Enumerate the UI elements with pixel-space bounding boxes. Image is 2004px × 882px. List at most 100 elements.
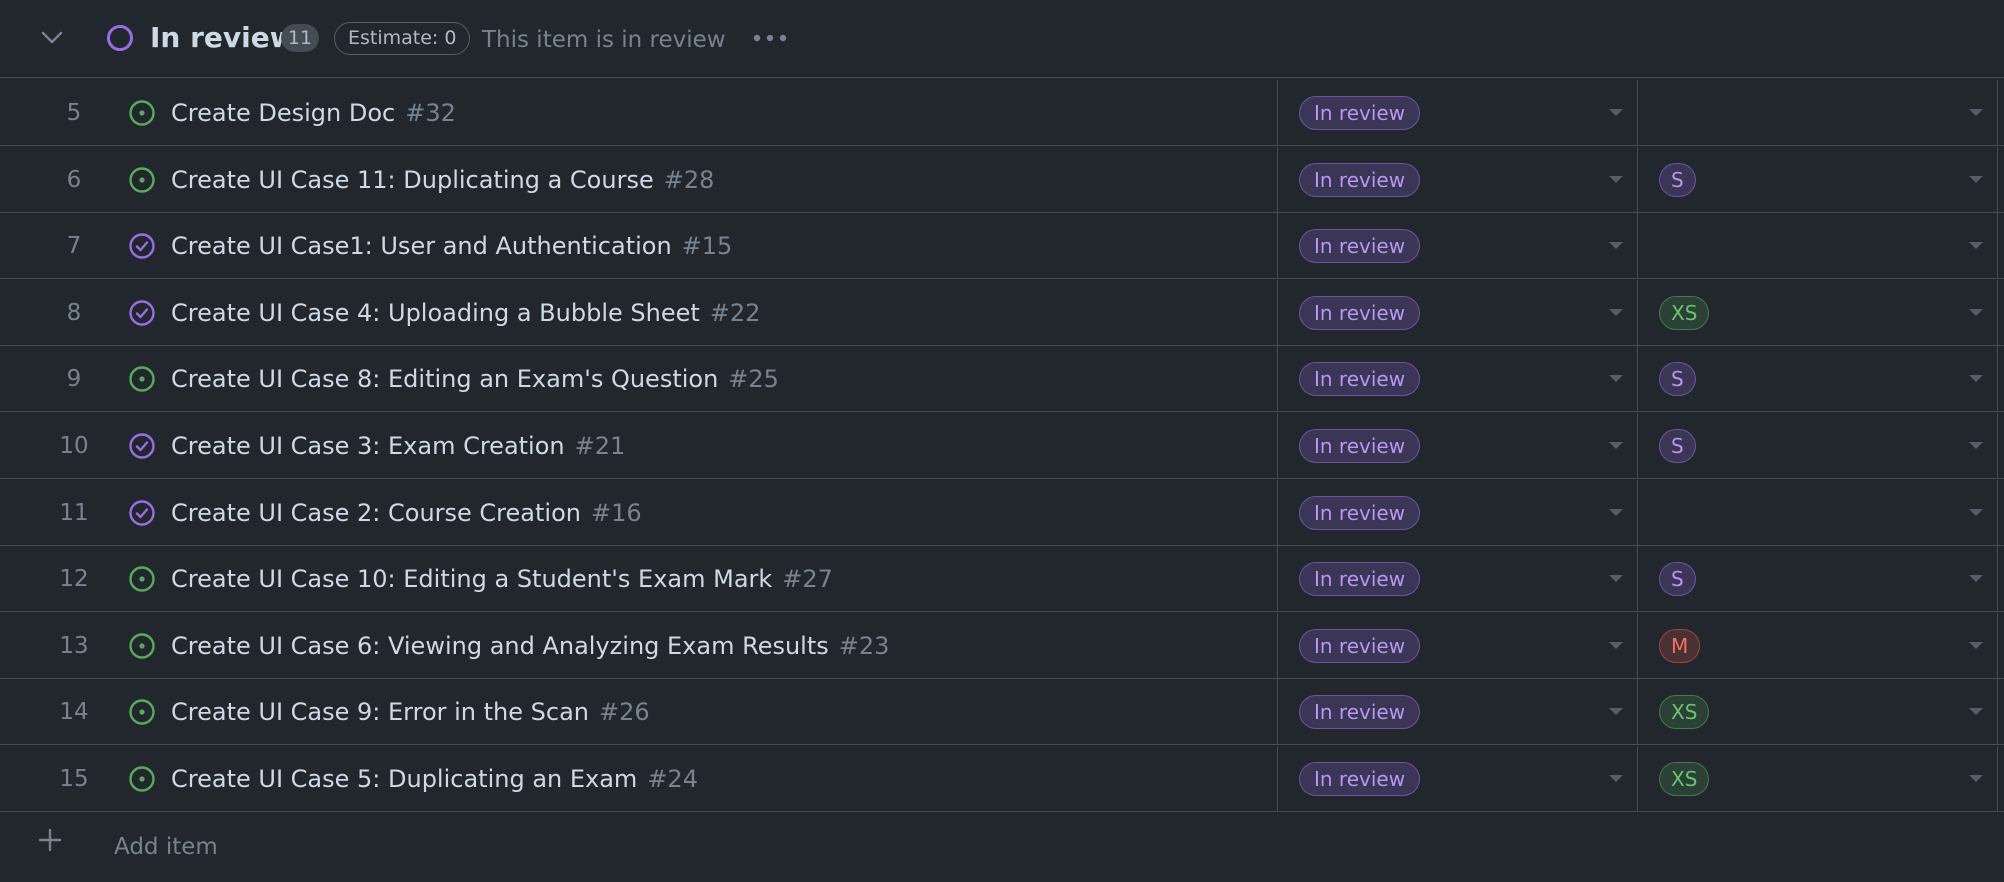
issue-number[interactable]: #25 <box>728 365 779 393</box>
issue-number[interactable]: #26 <box>599 698 650 726</box>
status-pill[interactable]: In review <box>1299 429 1421 463</box>
size-dropdown-icon[interactable] <box>1969 109 1983 116</box>
item-title-link[interactable]: Create UI Case 2: Course Creation <box>171 499 581 527</box>
status-dropdown-icon[interactable] <box>1609 509 1623 516</box>
status-pill[interactable]: In review <box>1299 362 1421 396</box>
issue-number[interactable]: #24 <box>647 765 698 793</box>
group-more-options-button[interactable] <box>748 20 792 56</box>
table-row[interactable]: 13 Create UI Case 6: Viewing and Analyzin… <box>0 613 2004 679</box>
issue-number[interactable]: #22 <box>710 299 761 327</box>
row-number: 8 <box>66 300 82 326</box>
size-dropdown-icon[interactable] <box>1969 642 1983 649</box>
size-dropdown-icon[interactable] <box>1969 509 1983 516</box>
column-divider <box>1637 480 1638 546</box>
status-dropdown-icon[interactable] <box>1609 708 1623 715</box>
column-divider <box>1277 480 1278 546</box>
item-title-link[interactable]: Create UI Case 6: Viewing and Analyzing … <box>171 632 829 660</box>
add-item-label[interactable]: Add item <box>114 812 218 882</box>
table-row[interactable]: 15 Create UI Case 5: Duplicating an Exam #… <box>0 746 2004 812</box>
item-title-link[interactable]: Create UI Case 8: Editing an Exam's Ques… <box>171 365 718 393</box>
status-dropdown-icon[interactable] <box>1609 109 1623 116</box>
size-dropdown-icon[interactable] <box>1969 309 1983 316</box>
status-dropdown-icon[interactable] <box>1609 176 1623 183</box>
status-pill[interactable]: In review <box>1299 229 1421 263</box>
issue-open-icon <box>128 365 156 393</box>
table-row[interactable]: 11 Create UI Case 2: Course Creation #16 In… <box>0 480 2004 546</box>
issue-number[interactable]: #28 <box>664 166 715 194</box>
column-divider <box>1277 546 1278 612</box>
issue-number[interactable]: #23 <box>839 632 890 660</box>
item-title-link[interactable]: Create Design Doc <box>171 99 395 127</box>
column-divider <box>1997 613 1998 679</box>
status-pill[interactable]: In review <box>1299 163 1421 197</box>
table-row[interactable]: 5 Create Design Doc #32 In review <box>0 80 2004 146</box>
status-dropdown-icon[interactable] <box>1609 309 1623 316</box>
table-row[interactable]: 9 Create UI Case 8: Editing an Exam's Que… <box>0 346 2004 412</box>
column-divider <box>1637 613 1638 679</box>
issue-number[interactable]: #21 <box>575 432 626 460</box>
size-pill[interactable]: XS <box>1659 296 1710 330</box>
item-title-link[interactable]: Create UI Case 4: Uploading a Bubble She… <box>171 299 700 327</box>
item-title-link[interactable]: Create UI Case 9: Error in the Scan <box>171 698 589 726</box>
size-pill[interactable]: XS <box>1659 695 1710 729</box>
table-row[interactable]: 12 Create UI Case 10: Editing a Student's… <box>0 546 2004 612</box>
status-pill[interactable]: In review <box>1299 762 1421 796</box>
status-pill[interactable]: In review <box>1299 296 1421 330</box>
table-row[interactable]: 6 Create UI Case 11: Duplicating a Course… <box>0 147 2004 213</box>
table-row[interactable]: 7 Create UI Case1: User and Authenticatio… <box>0 213 2004 279</box>
size-dropdown-icon[interactable] <box>1969 242 1983 249</box>
size-pill[interactable]: S <box>1659 163 1696 197</box>
item-title-cell: Create UI Case1: User and Authentication… <box>171 213 732 279</box>
status-dropdown-icon[interactable] <box>1609 775 1623 782</box>
item-title-cell: Create UI Case 4: Uploading a Bubble She… <box>171 280 760 346</box>
table-row[interactable]: 14 Create UI Case 9: Error in the Scan #26… <box>0 679 2004 745</box>
collapse-group-button[interactable] <box>32 18 72 58</box>
status-pill[interactable]: In review <box>1299 629 1421 663</box>
item-title-cell: Create UI Case 5: Duplicating an Exam #24 <box>171 746 698 812</box>
issue-open-icon <box>128 765 156 793</box>
issue-number[interactable]: #27 <box>782 565 833 593</box>
table-row[interactable]: 8 Create UI Case 4: Uploading a Bubble Sh… <box>0 280 2004 346</box>
table-row[interactable]: 10 Create UI Case 3: Exam Creation #21 In r… <box>0 413 2004 479</box>
status-dropdown-icon[interactable] <box>1609 442 1623 449</box>
status-dropdown-icon[interactable] <box>1609 575 1623 582</box>
issue-closed-icon <box>128 432 156 460</box>
row-number: 12 <box>59 566 89 592</box>
column-divider <box>1277 346 1278 412</box>
issue-number[interactable]: #32 <box>405 99 456 127</box>
issue-open-icon <box>128 99 156 127</box>
size-pill[interactable]: M <box>1659 629 1701 663</box>
status-pill[interactable]: In review <box>1299 695 1421 729</box>
plus-icon[interactable] <box>36 826 64 854</box>
item-title-link[interactable]: Create UI Case 3: Exam Creation <box>171 432 565 460</box>
size-dropdown-icon[interactable] <box>1969 375 1983 382</box>
size-dropdown-icon[interactable] <box>1969 575 1983 582</box>
row-number: 11 <box>59 500 89 526</box>
size-pill[interactable]: S <box>1659 362 1696 396</box>
size-pill[interactable]: S <box>1659 429 1696 463</box>
item-title-link[interactable]: Create UI Case 5: Duplicating an Exam <box>171 765 637 793</box>
size-pill[interactable]: S <box>1659 562 1696 596</box>
item-title-cell: Create UI Case 3: Exam Creation #21 <box>171 413 625 479</box>
row-number: 10 <box>59 433 89 459</box>
issue-number[interactable]: #16 <box>591 499 642 527</box>
column-divider <box>1277 280 1278 346</box>
status-pill[interactable]: In review <box>1299 562 1421 596</box>
status-dropdown-icon[interactable] <box>1609 375 1623 382</box>
issue-open-icon <box>128 565 156 593</box>
item-title-link[interactable]: Create UI Case1: User and Authentication <box>171 232 672 260</box>
item-title-link[interactable]: Create UI Case 11: Duplicating a Course <box>171 166 654 194</box>
issue-number[interactable]: #15 <box>682 232 733 260</box>
size-dropdown-icon[interactable] <box>1969 176 1983 183</box>
size-dropdown-icon[interactable] <box>1969 775 1983 782</box>
column-divider <box>1637 213 1638 279</box>
add-item-row[interactable]: Add item <box>0 812 2004 876</box>
item-title-link[interactable]: Create UI Case 10: Editing a Student's E… <box>171 565 772 593</box>
status-pill[interactable]: In review <box>1299 496 1421 530</box>
status-pill[interactable]: In review <box>1299 96 1421 130</box>
size-pill[interactable]: XS <box>1659 762 1710 796</box>
size-dropdown-icon[interactable] <box>1969 442 1983 449</box>
status-dropdown-icon[interactable] <box>1609 642 1623 649</box>
status-dropdown-icon[interactable] <box>1609 242 1623 249</box>
size-dropdown-icon[interactable] <box>1969 708 1983 715</box>
